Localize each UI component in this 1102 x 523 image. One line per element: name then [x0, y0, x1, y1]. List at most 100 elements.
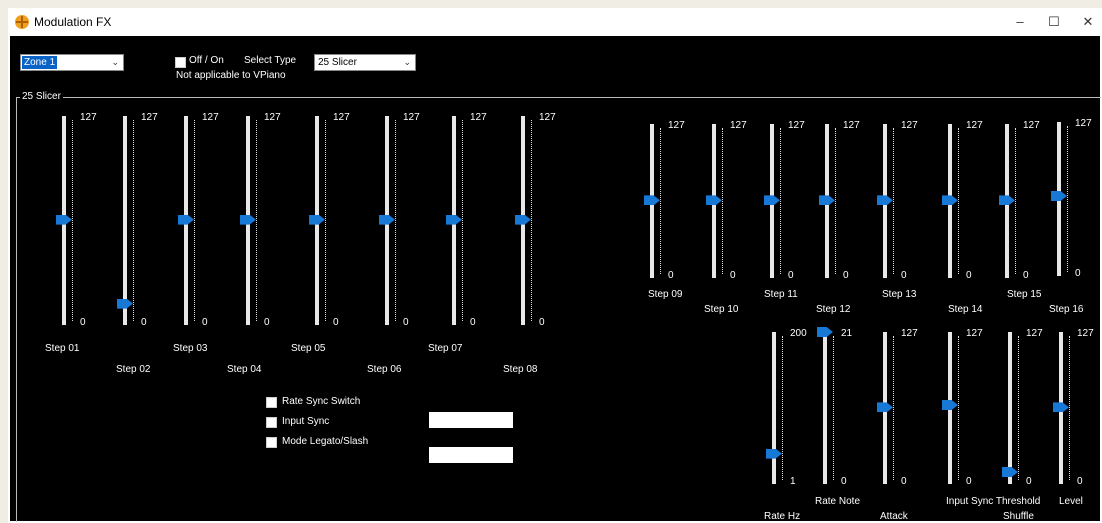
chevron-down-icon: ⌄ [111, 57, 119, 67]
slider-label: Shuffle [1003, 511, 1034, 522]
app-window: Modulation FX – ☐ ✕ Zone 1 ⌄ Off / On Se… [8, 8, 1102, 523]
text-field-1[interactable] [429, 412, 513, 428]
slider-max-value: 127 [843, 120, 860, 131]
slider-max-value: 127 [1077, 328, 1094, 339]
slider-label: Rate Note [815, 496, 861, 507]
slider-min-value: 0 [966, 270, 972, 281]
slider-track[interactable] [1008, 332, 1012, 484]
slider-label: Step 16 [1049, 304, 1084, 315]
slider-min-value: 0 [1023, 270, 1029, 281]
slider-label: Step 06 [367, 364, 402, 375]
slider-min-value: 0 [333, 317, 339, 328]
slider-label: Step 03 [173, 343, 208, 354]
input-sync-checkbox[interactable] [266, 417, 277, 428]
slider-track[interactable] [772, 332, 776, 484]
slider-label: Step 10 [704, 304, 739, 315]
slider-min-value: 0 [841, 476, 847, 487]
slider-ticks [893, 128, 897, 274]
select-type-label: Select Type [244, 55, 297, 66]
slider-ticks [722, 128, 726, 274]
slider-track[interactable] [823, 332, 827, 484]
slider-ticks [133, 120, 137, 321]
slider-max-value: 127 [730, 120, 747, 131]
slider-max-value: 127 [1023, 120, 1040, 131]
client-area: Zone 1 ⌄ Off / On Select Type Not applic… [10, 36, 1101, 522]
slider-max-value: 127 [539, 112, 556, 123]
slider-min-value: 0 [264, 317, 270, 328]
title-bar: Modulation FX – ☐ ✕ [8, 8, 1102, 36]
slider-min-value: 0 [1026, 476, 1032, 487]
slider-ticks [1067, 126, 1071, 272]
slider-ticks [660, 128, 664, 274]
slider-min-value: 0 [202, 317, 208, 328]
slider-max-value: 127 [470, 112, 487, 123]
onoff-label: Off / On [189, 55, 224, 66]
zone-select[interactable]: Zone 1 ⌄ [20, 54, 124, 71]
slider-ticks [325, 120, 329, 321]
slider-max-value: 127 [141, 112, 158, 123]
slider-min-value: 0 [80, 317, 86, 328]
maximize-button[interactable]: ☐ [1042, 12, 1066, 32]
slider-max-value: 127 [1075, 118, 1092, 129]
slider-ticks [780, 128, 784, 274]
slider-ticks [835, 128, 839, 274]
slider-min-value: 0 [1077, 476, 1083, 487]
slider-min-value: 0 [470, 317, 476, 328]
slider-min-value: 0 [730, 270, 736, 281]
slider-min-value: 0 [901, 476, 907, 487]
zone-select-value: Zone 1 [22, 56, 58, 69]
rate-sync-switch-label: Rate Sync Switch [282, 396, 361, 407]
vpiano-note: Not applicable to VPiano [176, 70, 286, 81]
slider-max-value: 127 [966, 120, 983, 131]
slider-label: Step 01 [45, 343, 80, 354]
slider-ticks [958, 336, 962, 480]
slider-min-value: 0 [843, 270, 849, 281]
slider-label: Step 04 [227, 364, 262, 375]
slider-ticks [462, 120, 466, 321]
slider-ticks [782, 336, 786, 480]
slider-ticks [1069, 336, 1073, 480]
slider-ticks [256, 120, 260, 321]
slider-ticks [958, 128, 962, 274]
mode-legato-slash-checkbox[interactable] [266, 437, 277, 448]
slider-max-value: 127 [1026, 328, 1043, 339]
slider-max-value: 21 [841, 328, 853, 339]
slider-ticks [833, 336, 837, 480]
app-icon [15, 15, 29, 29]
slider-label: Input Sync Threshold [946, 496, 1041, 507]
slider-max-value: 127 [966, 328, 983, 339]
slider-label: Step 02 [116, 364, 151, 375]
slider-track[interactable] [123, 116, 127, 325]
chevron-down-icon: ⌄ [403, 57, 411, 67]
onoff-checkbox[interactable] [175, 57, 186, 68]
rate-sync-switch-checkbox[interactable] [266, 397, 277, 408]
slider-ticks [72, 120, 76, 321]
slider-max-value: 127 [264, 112, 281, 123]
close-button[interactable]: ✕ [1076, 12, 1100, 32]
slider-min-value: 1 [790, 476, 796, 487]
slider-ticks [395, 120, 399, 321]
slider-label: Step 07 [428, 343, 463, 354]
slider-label: Step 08 [503, 364, 538, 375]
slider-ticks [1018, 336, 1022, 480]
slicer-group [16, 97, 1101, 522]
slider-label: Step 14 [948, 304, 983, 315]
slider-label: Step 05 [291, 343, 326, 354]
type-select-value: 25 Slicer [318, 57, 357, 68]
slider-max-value: 127 [403, 112, 420, 123]
minimize-button[interactable]: – [1008, 12, 1032, 32]
slider-label: Level [1059, 496, 1083, 507]
slider-max-value: 127 [901, 120, 918, 131]
slider-min-value: 0 [966, 476, 972, 487]
slider-ticks [1015, 128, 1019, 274]
type-select[interactable]: 25 Slicer ⌄ [314, 54, 416, 71]
slider-min-value: 0 [901, 270, 907, 281]
window-title: Modulation FX [34, 15, 112, 29]
slider-min-value: 0 [668, 270, 674, 281]
slider-label: Rate Hz [764, 511, 801, 522]
slider-max-value: 200 [790, 328, 807, 339]
group-title: 25 Slicer [20, 91, 63, 102]
slider-min-value: 0 [539, 317, 545, 328]
slider-max-value: 127 [668, 120, 685, 131]
text-field-2[interactable] [429, 447, 513, 463]
